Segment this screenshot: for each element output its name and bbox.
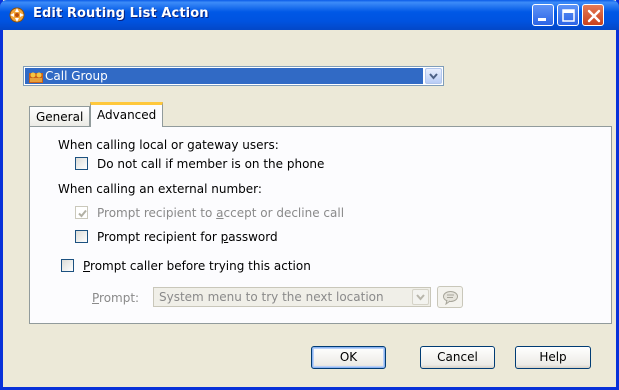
prompt-label: Prompt: bbox=[92, 291, 140, 305]
action-type-select[interactable]: Call Group bbox=[23, 66, 444, 86]
prompt-select[interactable]: System menu to try the next location bbox=[153, 287, 431, 307]
minimize-button[interactable] bbox=[532, 4, 554, 26]
action-type-value: Call Group bbox=[45, 69, 108, 83]
ok-button[interactable]: OK bbox=[311, 346, 386, 369]
speech-bubble-icon bbox=[443, 291, 458, 305]
action-type-dropdown-button[interactable] bbox=[425, 68, 442, 84]
chevron-down-icon bbox=[429, 73, 438, 80]
routing-app-icon bbox=[9, 7, 25, 23]
tab-advanced[interactable]: Advanced bbox=[90, 102, 164, 127]
local-users-heading: When calling local or gateway users: bbox=[58, 138, 279, 152]
external-number-heading: When calling an external number: bbox=[58, 182, 262, 196]
help-button[interactable]: Help bbox=[515, 346, 591, 369]
edit-routing-list-action-dialog: Edit Routing List Action Call Group Gene… bbox=[0, 0, 619, 390]
window-title: Edit Routing List Action bbox=[33, 6, 209, 21]
checkmark-icon bbox=[78, 209, 87, 218]
maximize-icon bbox=[562, 9, 575, 22]
play-prompt-button[interactable] bbox=[437, 286, 463, 308]
cancel-button[interactable]: Cancel bbox=[420, 346, 495, 369]
maximize-button[interactable] bbox=[557, 4, 579, 26]
action-type-selected: Call Group bbox=[25, 68, 423, 84]
do-not-call-label: Do not call if member is on the phone bbox=[97, 157, 325, 171]
close-icon bbox=[587, 9, 601, 23]
chevron-down-icon bbox=[416, 294, 425, 301]
prompt-dropdown-button[interactable] bbox=[412, 289, 429, 305]
prompt-password-checkbox[interactable] bbox=[75, 230, 88, 243]
prompt-accept-checkbox[interactable] bbox=[75, 206, 88, 219]
close-button[interactable] bbox=[582, 4, 604, 26]
minimize-icon bbox=[538, 18, 546, 21]
prompt-select-value: System menu to try the next location bbox=[159, 290, 384, 304]
prompt-caller-checkbox[interactable] bbox=[61, 259, 74, 272]
call-group-icon bbox=[29, 72, 43, 83]
prompt-accept-label: Prompt recipient to accept or decline ca… bbox=[97, 206, 345, 220]
title-bar[interactable]: Edit Routing List Action bbox=[0, 0, 619, 30]
prompt-password-label: Prompt recipient for password bbox=[97, 230, 278, 244]
prompt-caller-label: Prompt caller before trying this action bbox=[83, 259, 311, 273]
tab-general[interactable]: General bbox=[29, 106, 91, 126]
do-not-call-checkbox[interactable] bbox=[75, 157, 88, 170]
